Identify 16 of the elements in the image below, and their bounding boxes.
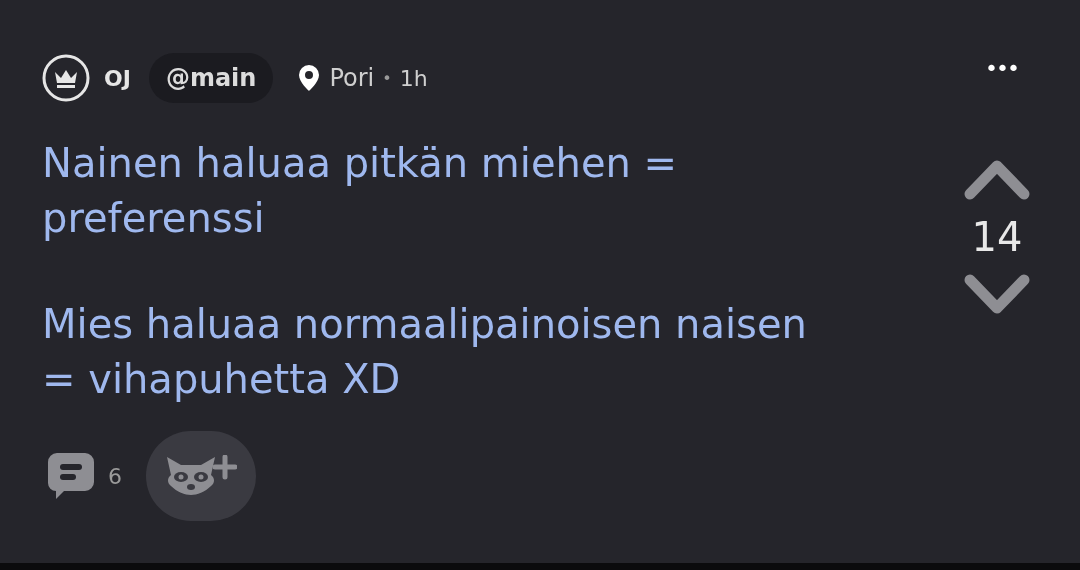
more-options-button[interactable]: •••: [985, 55, 1018, 81]
channel-chip[interactable]: @main: [148, 53, 274, 103]
author-name[interactable]: OJ: [104, 65, 131, 91]
upvote-icon[interactable]: [964, 158, 1030, 200]
raccoon-plus-icon: [165, 455, 237, 497]
location-pin-icon: [299, 65, 320, 91]
location-text: Pori: [329, 64, 375, 92]
post-paragraph: Nainen haluaa pitkän miehen = preferenssi: [42, 139, 679, 243]
comment-count: 6: [108, 463, 122, 489]
comment-icon[interactable]: [48, 453, 94, 499]
vote-count: 14: [971, 214, 1023, 260]
separator-dot: •: [382, 68, 392, 88]
post-age: 1h: [399, 65, 428, 91]
post-paragraph: Mies haluaa normaalipainoisen naisen = vihapuhetta XD: [42, 300, 808, 404]
crown-icon: [42, 54, 90, 102]
downvote-icon[interactable]: [964, 274, 1030, 316]
